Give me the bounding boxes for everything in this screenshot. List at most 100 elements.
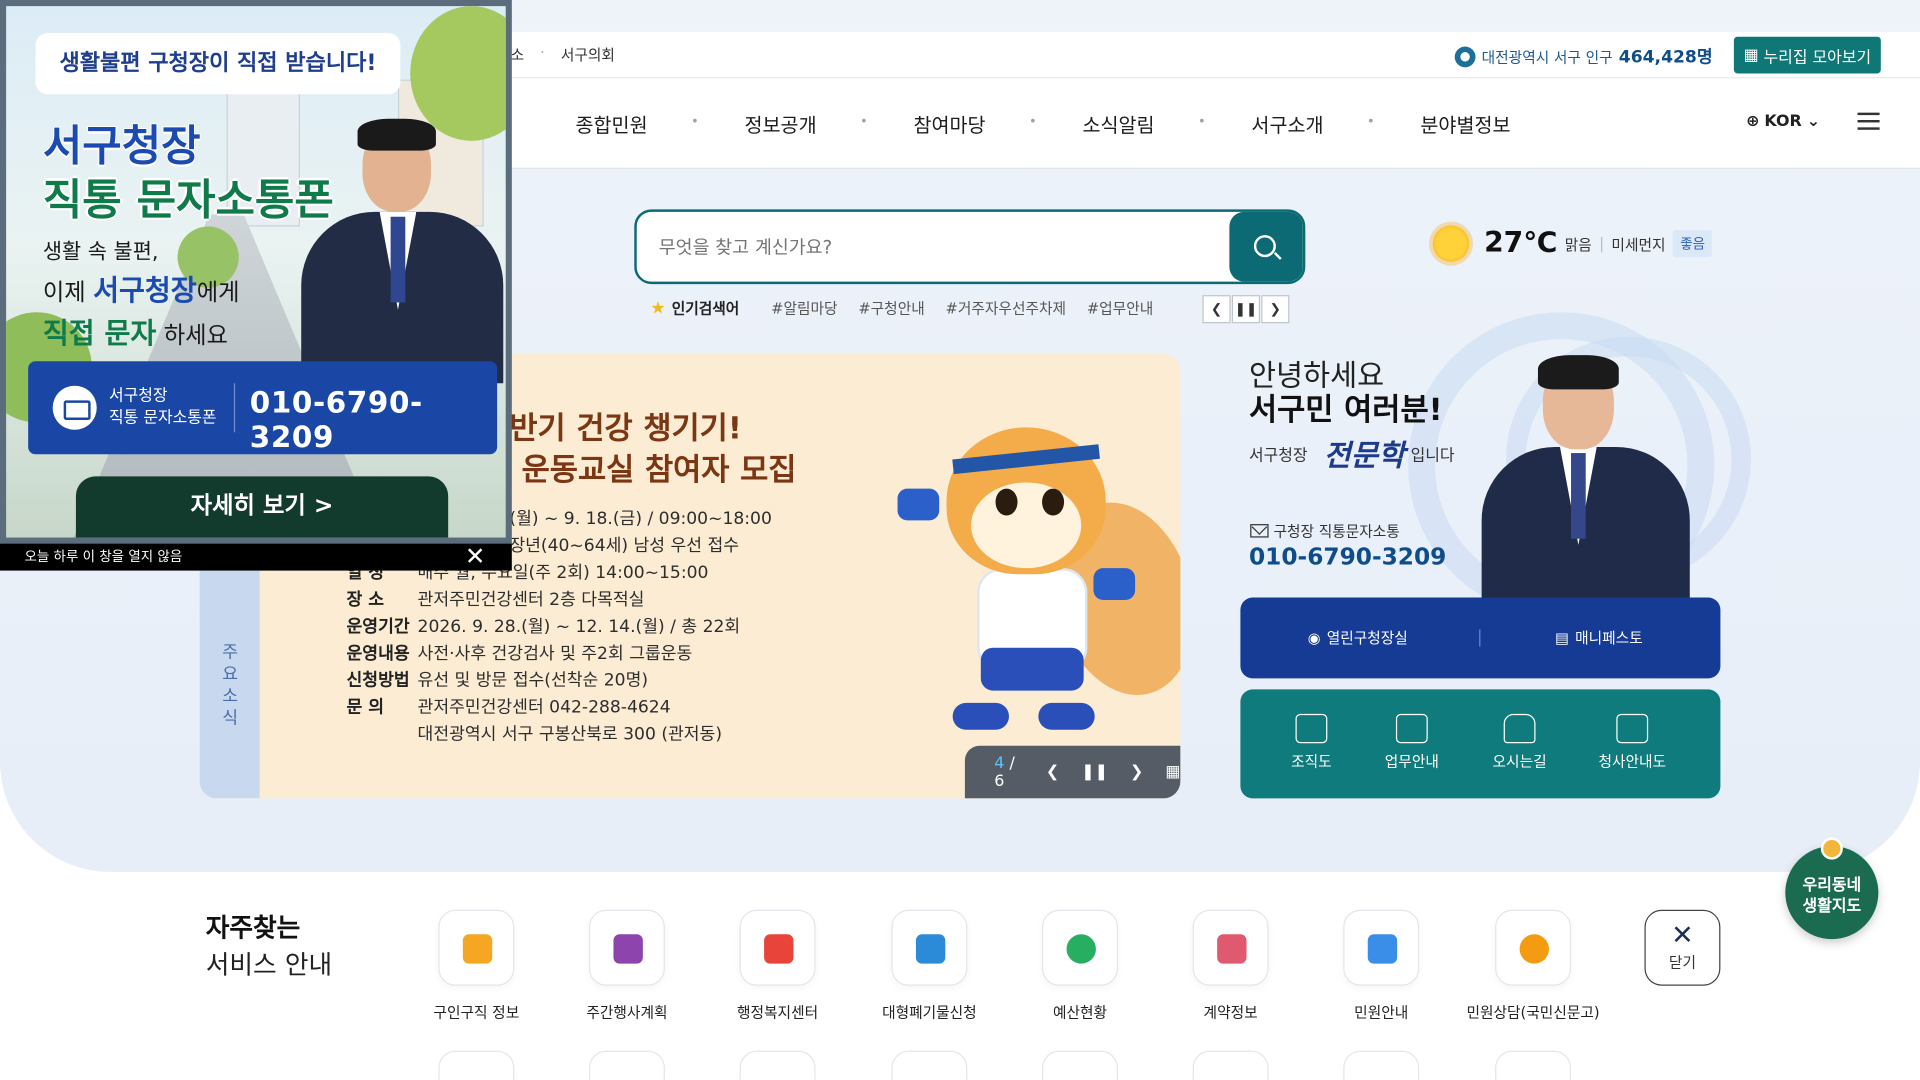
popup-body-3: 직접 문자 하세요	[42, 318, 228, 351]
org-chart-link[interactable]: 조직도	[1256, 710, 1366, 771]
chevron-down-icon: ⌄	[1806, 112, 1821, 132]
popular-keywords: ★ 인기검색어 #알림마당 #구청안내 #거주자우선주차제 #업무안내	[650, 298, 1174, 319]
mail-icon	[1250, 524, 1269, 538]
service-row2-item[interactable]	[1343, 1050, 1420, 1080]
chat-bubble-icon	[1519, 934, 1549, 964]
monitor-icon	[1367, 934, 1398, 964]
service-community-center[interactable]: 행정복지센터	[698, 909, 857, 1023]
building-icon	[764, 934, 794, 964]
building-guide-link[interactable]: 청사안내도	[1577, 710, 1687, 771]
user-circle-icon: ◉	[1307, 628, 1321, 646]
squirrel-mascot-illustration	[885, 403, 1181, 746]
population-stat: ● 대전광역시 서구 인구 464,428명	[1454, 44, 1713, 68]
trash-icon	[915, 934, 946, 964]
presentation-icon	[613, 934, 643, 964]
open-mayor-office-link[interactable]: ◉ 열린구청장실	[1308, 627, 1408, 648]
org-chart-icon	[1295, 713, 1328, 744]
service-civil-consultation[interactable]: 민원상담(국민신문고)	[1453, 909, 1612, 1023]
banner-prev-icon[interactable]: ❮	[1046, 763, 1059, 781]
clipboard-icon	[1217, 934, 1247, 964]
weather-condition: 맑음	[1564, 235, 1592, 253]
nav-menu-about[interactable]: 서구소개	[1251, 109, 1323, 138]
nav-menu-participation[interactable]: 참여마당	[913, 109, 985, 138]
service-budget[interactable]: 예산현황	[1000, 909, 1159, 1023]
keyword-prev-button[interactable]: ❮	[1202, 295, 1231, 324]
banner-all-icon[interactable]: ▦	[1165, 763, 1180, 781]
document-icon: ▤	[1555, 628, 1569, 646]
mayor-phone[interactable]: 010-6790-3209	[1249, 544, 1446, 571]
greeting-title: 서구청장	[1248, 446, 1308, 466]
banner-next-icon[interactable]: ❯	[1130, 763, 1143, 781]
popular-keyword[interactable]: #업무안내	[1087, 298, 1153, 319]
close-icon[interactable]: ✕	[463, 544, 487, 569]
keyword-pause-button[interactable]: ❚❚	[1231, 295, 1261, 324]
mayor-illustration	[291, 116, 505, 384]
popular-keyword[interactable]: #구청안내	[858, 298, 924, 319]
dust-label: 미세먼지	[1611, 235, 1666, 253]
greeting-suffix: 입니다	[1410, 446, 1455, 466]
population-label: 대전광역시 서구 인구	[1481, 48, 1613, 66]
banner-controls: 4 / 6 ❮ ❚❚ ❯ ▦	[964, 745, 1181, 799]
top-link-partial[interactable]: 소	[511, 44, 525, 65]
service-row2-item[interactable]	[1495, 1050, 1572, 1080]
service-bulky-waste[interactable]: 대형폐기물신청	[850, 909, 1009, 1023]
nuri-collection-button[interactable]: ▦ 누리집 모아보기	[1733, 36, 1881, 74]
popup-title-2: 직통 문자소통폰	[42, 176, 334, 226]
language-selector[interactable]: ⊕ KOR ⌄	[1746, 113, 1820, 131]
frequent-close-button[interactable]: ✕ 닫기	[1644, 909, 1721, 986]
banner-row: 대전광역시 서구 구봉산북로 300 (관저동)	[417, 724, 723, 745]
menu-icon[interactable]	[1857, 112, 1880, 130]
banner-pagination: 4 / 6	[994, 753, 1015, 791]
popup-phone-number[interactable]: 010-6790-3209	[250, 386, 497, 455]
panel-divider	[1479, 629, 1481, 647]
popup-phone-label: 서구청장 직통 문자소통폰	[108, 386, 217, 428]
popup-body-1: 생활 속 불편,	[42, 240, 159, 265]
nav-dot	[1368, 118, 1373, 123]
popular-keyword[interactable]: #거주자우선주차제	[946, 298, 1066, 319]
popup-image[interactable]: 생활불편 구청장이 직접 받습니다! 서구청장 직통 문자소통폰 생활 속 불편…	[6, 6, 506, 538]
banner-row: 운영기간 2026. 9. 28.(월) ~ 12. 14.(월) / 총 22회	[346, 617, 741, 637]
mayor-signature: 전문학	[1323, 437, 1405, 473]
nav-menu-info[interactable]: 정보공개	[744, 109, 816, 138]
popular-keyword[interactable]: #알림마당	[771, 298, 837, 319]
globe-icon: ⊕	[1746, 112, 1760, 132]
service-contracts[interactable]: 계약정보	[1151, 909, 1310, 1023]
population-value: 464,428명	[1618, 47, 1713, 68]
popup-speech-bubble: 생활불편 구청장이 직접 받습니다!	[35, 33, 401, 95]
mail-icon	[52, 385, 97, 430]
frequent-services-subtitle: 서비스 안내	[205, 950, 333, 980]
directions-link[interactable]: 오시는길	[1464, 710, 1574, 771]
top-link-divider: ·	[540, 44, 545, 62]
service-row2-item[interactable]	[1042, 1050, 1118, 1080]
nav-menu-civil[interactable]: 종합민원	[576, 109, 648, 138]
service-row2-item[interactable]	[588, 1050, 665, 1080]
popup-dont-show-today[interactable]: 오늘 하루 이 창을 열지 않음	[0, 543, 512, 571]
weather-divider: |	[1599, 235, 1605, 253]
nav-dot	[1200, 118, 1204, 123]
language-label: KOR	[1764, 112, 1802, 132]
banner-pause-icon[interactable]: ❚❚	[1081, 763, 1108, 781]
service-row2-item[interactable]	[1192, 1050, 1269, 1080]
service-civil-guide[interactable]: 민원안내	[1302, 909, 1461, 1023]
service-weekly-events[interactable]: 주간행사계획	[547, 909, 706, 1023]
work-guide-link[interactable]: 업무안내	[1357, 710, 1467, 771]
popup-more-button[interactable]: 자세히 보기 >	[75, 476, 449, 538]
nav-menu-fields[interactable]: 분야별정보	[1420, 109, 1510, 138]
popular-keywords-label: 인기검색어	[671, 300, 740, 318]
service-row2-item[interactable]	[891, 1050, 968, 1080]
nav-menu-news[interactable]: 소식알림	[1082, 109, 1154, 138]
neighborhood-map-button[interactable]: 우리동네 생활지도	[1785, 837, 1879, 940]
service-row2-item[interactable]	[438, 1050, 515, 1080]
search-box	[634, 209, 1306, 285]
keyword-next-button[interactable]: ❯	[1261, 295, 1290, 324]
frequent-services-title: 자주찾는	[205, 913, 301, 943]
pie-chart-icon	[1066, 934, 1096, 964]
service-row2-item[interactable]	[739, 1050, 816, 1080]
search-button[interactable]	[1229, 211, 1303, 282]
manifesto-link[interactable]: ▤ 매니페스토	[1555, 627, 1643, 648]
dust-badge: 좋음	[1672, 230, 1713, 258]
search-input[interactable]	[656, 211, 1232, 282]
top-link-council[interactable]: 서구의회	[561, 44, 615, 65]
sun-icon	[1432, 225, 1470, 263]
service-job-info[interactable]: 구인구직 정보	[397, 909, 556, 1023]
